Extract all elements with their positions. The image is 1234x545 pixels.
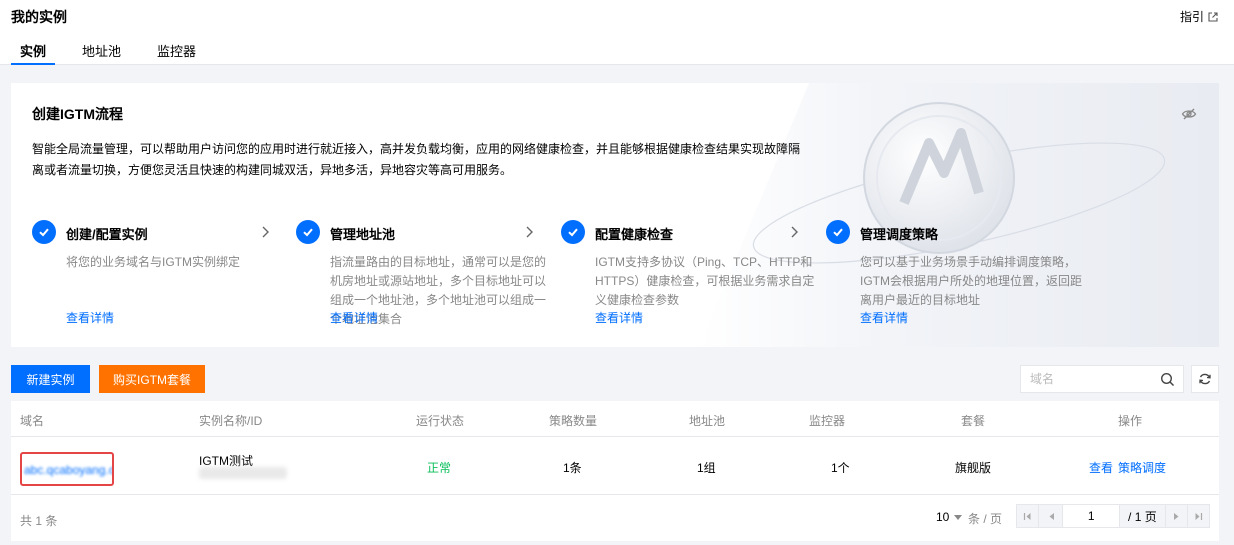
monitor-count: 1个 — [831, 461, 850, 475]
eye-off-icon[interactable] — [1181, 106, 1197, 122]
chevron-right-icon — [526, 226, 533, 238]
domain-search-input[interactable] — [1021, 367, 1151, 391]
table-header: 域名 实例名称/ID 运行状态 策略数量 地址池 监控器 套餐 操作 — [11, 401, 1219, 437]
refresh-button[interactable] — [1191, 365, 1219, 393]
total-count: 共 1 条 — [20, 514, 58, 528]
step-description: 您可以基于业务场景手动编排调度策略，IGTM会根据用户所处的地理位置，返回距离用… — [860, 255, 1082, 307]
step-title: 管理地址池 — [330, 227, 396, 242]
column-header-name: 实例名称/ID — [199, 414, 263, 428]
last-page-button[interactable] — [1186, 505, 1209, 527]
buy-package-button[interactable]: 购买IGTM套餐 — [99, 365, 205, 393]
guide-card-description: 智能全局流量管理，可以帮助用户访问您的应用时进行就近接入，高并发负载均衡，应用的… — [32, 142, 801, 177]
per-page-label: 条 / 页 — [968, 512, 1003, 526]
column-header-plan: 套餐 — [961, 414, 986, 428]
table-row: abc.qcaboyang.cn IGTM测试 正常 1条 1组 1个 旗舰版 … — [11, 437, 1219, 495]
guide-link[interactable]: 指引 — [1180, 8, 1218, 25]
step-title: 创建/配置实例 — [66, 227, 148, 242]
column-header-status: 运行状态 — [416, 414, 465, 428]
pool-count: 1组 — [697, 461, 716, 475]
page-number-input[interactable] — [1062, 505, 1121, 527]
next-page-button[interactable] — [1164, 505, 1187, 527]
chevron-right-icon — [262, 226, 269, 238]
total-pages: / 1 页 — [1128, 509, 1157, 524]
step-details-link[interactable]: 查看详情 — [330, 309, 378, 326]
prev-page-button[interactable] — [1040, 505, 1063, 527]
view-link[interactable]: 查看 — [1089, 459, 1113, 476]
check-circle-icon — [826, 220, 850, 244]
prev-page-icon — [1049, 512, 1054, 520]
caret-down-icon — [954, 514, 963, 520]
instance-table: 域名 实例名称/ID 运行状态 策略数量 地址池 监控器 套餐 操作 abc.q… — [11, 401, 1219, 541]
page-header: 我的实例 指引 实例 地址池 监控器 — [0, 0, 1234, 65]
domain-text: abc.qcaboyang.cn — [24, 463, 114, 477]
guide-card-title: 创建IGTM流程 — [32, 106, 123, 122]
step-details-link[interactable]: 查看详情 — [860, 309, 908, 326]
step-title: 管理调度策略 — [860, 227, 939, 242]
chevron-right-icon — [791, 226, 798, 238]
column-header-policy-count: 策略数量 — [549, 414, 598, 428]
tab-bar: 实例 地址池 监控器 — [11, 41, 223, 65]
first-page-icon — [1024, 512, 1031, 520]
check-circle-icon — [561, 220, 585, 244]
tab-address-pool[interactable]: 地址池 — [73, 41, 130, 65]
guide-label: 指引 — [1179, 10, 1204, 24]
policy-schedule-link[interactable]: 策略调度 — [1118, 459, 1166, 476]
page-size-value: 10 — [936, 510, 950, 524]
column-header-monitor: 监控器 — [809, 414, 846, 428]
page-size-select[interactable]: 10 — [936, 510, 963, 524]
first-page-button[interactable] — [1017, 505, 1040, 527]
step-title: 配置健康检查 — [595, 227, 674, 242]
last-page-icon — [1195, 512, 1203, 520]
pagination: / 1 页 — [1016, 504, 1210, 528]
plan-name: 旗舰版 — [955, 461, 992, 475]
external-link-icon — [1208, 11, 1218, 22]
status-badge: 正常 — [427, 461, 452, 475]
page-title: 我的实例 — [11, 9, 67, 25]
column-header-pool: 地址池 — [689, 414, 726, 428]
tab-instances[interactable]: 实例 — [11, 41, 56, 65]
step-details-link[interactable]: 查看详情 — [595, 309, 643, 326]
tab-monitor[interactable]: 监控器 — [148, 41, 205, 65]
column-header-domain: 域名 — [20, 414, 45, 428]
next-page-icon — [1173, 512, 1179, 520]
step-description: 将您的业务域名与IGTM实例绑定 — [66, 255, 240, 269]
table-footer: 共 1 条 10 条 / 页 / 1 页 — [11, 495, 1219, 541]
column-header-actions: 操作 — [1118, 414, 1143, 428]
step-details-link[interactable]: 查看详情 — [66, 309, 114, 326]
search-icon[interactable] — [1160, 372, 1175, 387]
step-description: IGTM支持多协议（Ping、TCP、HTTP和HTTPS）健康检查，可根据业务… — [595, 255, 815, 307]
guide-card: 创建IGTM流程 智能全局流量管理，可以帮助用户访问您的应用时进行就近接入，高并… — [11, 83, 1219, 347]
search-box — [1020, 365, 1184, 393]
policy-count: 1条 — [563, 461, 582, 475]
refresh-icon — [1199, 373, 1211, 385]
create-instance-button[interactable]: 新建实例 — [11, 365, 90, 393]
domain-link[interactable]: abc.qcaboyang.cn — [20, 452, 114, 486]
check-circle-icon — [32, 220, 56, 244]
check-circle-icon — [296, 220, 320, 244]
instance-id-redacted — [199, 467, 287, 479]
